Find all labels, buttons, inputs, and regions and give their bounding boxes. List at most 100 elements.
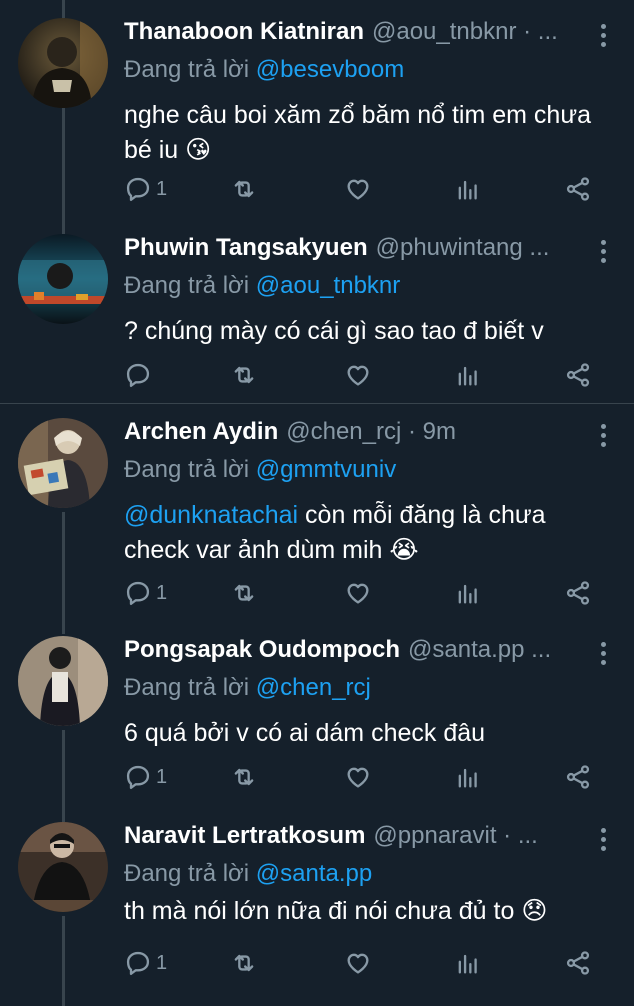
display-name[interactable]: Naravit Lertratkosum xyxy=(124,822,365,850)
display-name[interactable]: Thanaboon Kiatniran xyxy=(124,18,364,46)
reply-to-link[interactable]: @santa.pp xyxy=(256,860,372,887)
heart-icon xyxy=(347,179,369,200)
share-icon xyxy=(566,765,590,789)
heart-icon xyxy=(347,583,369,604)
tweet-text: th mà nói lớn nữa đi nói chưa đủ to 😞 xyxy=(124,894,594,929)
analytics-icon xyxy=(458,584,477,604)
more-icon[interactable] xyxy=(600,642,608,666)
reply-button[interactable]: 1 xyxy=(124,578,167,608)
tweet-actions: 1 xyxy=(124,174,604,204)
share-icon xyxy=(566,363,590,387)
tweet[interactable]: Thanaboon Kiatniran @aou_tnbknr · ... Đa… xyxy=(0,18,634,218)
more-icon[interactable] xyxy=(600,424,608,448)
reply-button[interactable] xyxy=(124,360,152,390)
reply-count: 1 xyxy=(156,765,168,788)
avatar[interactable] xyxy=(18,18,108,108)
tweet-actions: 1 xyxy=(124,948,604,978)
analytics-icon xyxy=(458,768,477,788)
retweet-icon xyxy=(234,366,254,384)
heart-icon xyxy=(347,767,369,788)
user-handle[interactable]: @aou_tnbknr · ... xyxy=(372,18,558,46)
tweet-actions: 1 xyxy=(124,762,604,792)
like-button[interactable] xyxy=(344,360,372,390)
display-name[interactable]: Archen Aydin xyxy=(124,418,278,446)
analytics-icon xyxy=(458,366,477,386)
tweet-text: 6 quá bởi v có ai dám check đâu xyxy=(124,716,594,751)
share-button[interactable] xyxy=(564,174,592,204)
user-handle[interactable]: @phuwintang ... xyxy=(376,234,550,262)
share-icon xyxy=(566,581,590,605)
like-button[interactable] xyxy=(344,762,372,792)
thread-connector xyxy=(62,0,65,18)
emoji: 😭 xyxy=(389,536,419,564)
retweet-button[interactable] xyxy=(230,578,258,608)
reply-icon xyxy=(126,581,150,606)
reply-count: 1 xyxy=(156,177,168,200)
reply-prefix: Đang trả lời xyxy=(124,674,250,701)
reply-to-link[interactable]: @chen_rcj xyxy=(256,674,371,701)
share-button[interactable] xyxy=(564,578,592,608)
tweet[interactable]: Archen Aydin @chen_rcj · 9m Đang trả lời… xyxy=(0,418,634,618)
user-handle[interactable]: @chen_rcj · 9m xyxy=(286,418,456,446)
share-icon xyxy=(566,177,590,201)
like-button[interactable] xyxy=(344,948,372,978)
avatar[interactable] xyxy=(18,636,108,726)
like-button[interactable] xyxy=(344,174,372,204)
display-name[interactable]: Pongsapak Oudompoch xyxy=(124,636,400,664)
share-button[interactable] xyxy=(564,762,592,792)
more-icon[interactable] xyxy=(600,828,608,852)
share-button[interactable] xyxy=(564,948,592,978)
like-button[interactable] xyxy=(344,578,372,608)
analytics-button[interactable] xyxy=(454,578,482,608)
reply-count: 1 xyxy=(156,951,168,974)
reply-to-link[interactable]: @gmmtvuniv xyxy=(256,456,396,483)
reply-button[interactable]: 1 xyxy=(124,948,167,978)
more-icon[interactable] xyxy=(600,240,608,264)
analytics-icon xyxy=(458,954,477,974)
reply-count: 1 xyxy=(156,581,168,604)
retweet-button[interactable] xyxy=(230,762,258,792)
retweet-button[interactable] xyxy=(230,360,258,390)
heart-icon xyxy=(347,953,369,974)
avatar[interactable] xyxy=(18,822,108,912)
retweet-button[interactable] xyxy=(230,174,258,204)
analytics-button[interactable] xyxy=(454,948,482,978)
more-icon[interactable] xyxy=(600,24,608,48)
reply-prefix: Đang trả lời xyxy=(124,56,250,83)
analytics-button[interactable] xyxy=(454,174,482,204)
reply-context: Đang trả lời @gmmtvuniv xyxy=(124,456,396,484)
analytics-button[interactable] xyxy=(454,360,482,390)
tweet-text: @dunknatachai còn mỗi đăng là chưa check… xyxy=(124,498,594,568)
retweet-icon xyxy=(234,180,254,198)
analytics-icon xyxy=(458,180,477,200)
reply-to-link[interactable]: @aou_tnbknr xyxy=(256,272,400,299)
reply-context: Đang trả lời @besevboom xyxy=(124,56,404,84)
tweet-text-content: th mà nói lớn nữa đi nói chưa đủ to xyxy=(124,897,515,925)
emoji: 😘 xyxy=(185,136,212,164)
retweet-icon xyxy=(234,584,254,602)
reply-icon xyxy=(126,177,150,202)
reply-button[interactable]: 1 xyxy=(124,174,167,204)
tweet-text: nghe câu boi xăm zổ băm nổ tim em chưa b… xyxy=(124,98,594,168)
share-button[interactable] xyxy=(564,360,592,390)
tweet-text-content: 6 quá bởi v có ai dám check đâu xyxy=(124,719,486,747)
avatar[interactable] xyxy=(18,234,108,324)
reply-button[interactable]: 1 xyxy=(124,762,167,792)
reply-icon xyxy=(126,765,150,790)
tweet[interactable]: Phuwin Tangsakyuen @phuwintang ... Đang … xyxy=(0,234,634,402)
mention-link[interactable]: @dunknatachai xyxy=(124,501,298,529)
avatar[interactable] xyxy=(18,418,108,508)
reply-to-link[interactable]: @besevboom xyxy=(256,56,404,83)
tweet[interactable]: Naravit Lertratkosum @ppnaravit · ... Đa… xyxy=(0,822,634,1002)
share-icon xyxy=(566,951,590,975)
tweet[interactable]: Pongsapak Oudompoch @santa.pp ... Đang t… xyxy=(0,636,634,806)
user-handle[interactable]: @santa.pp ... xyxy=(408,636,551,664)
retweet-icon xyxy=(234,768,254,786)
retweet-button[interactable] xyxy=(230,948,258,978)
reply-context: Đang trả lời @santa.pp xyxy=(124,860,372,888)
user-handle[interactable]: @ppnaravit · ... xyxy=(373,822,537,850)
tweet-text: ? chúng mày có cái gì sao tao đ biết v xyxy=(124,314,594,349)
analytics-button[interactable] xyxy=(454,762,482,792)
reply-prefix: Đang trả lời xyxy=(124,272,250,299)
display-name[interactable]: Phuwin Tangsakyuen xyxy=(124,234,368,262)
